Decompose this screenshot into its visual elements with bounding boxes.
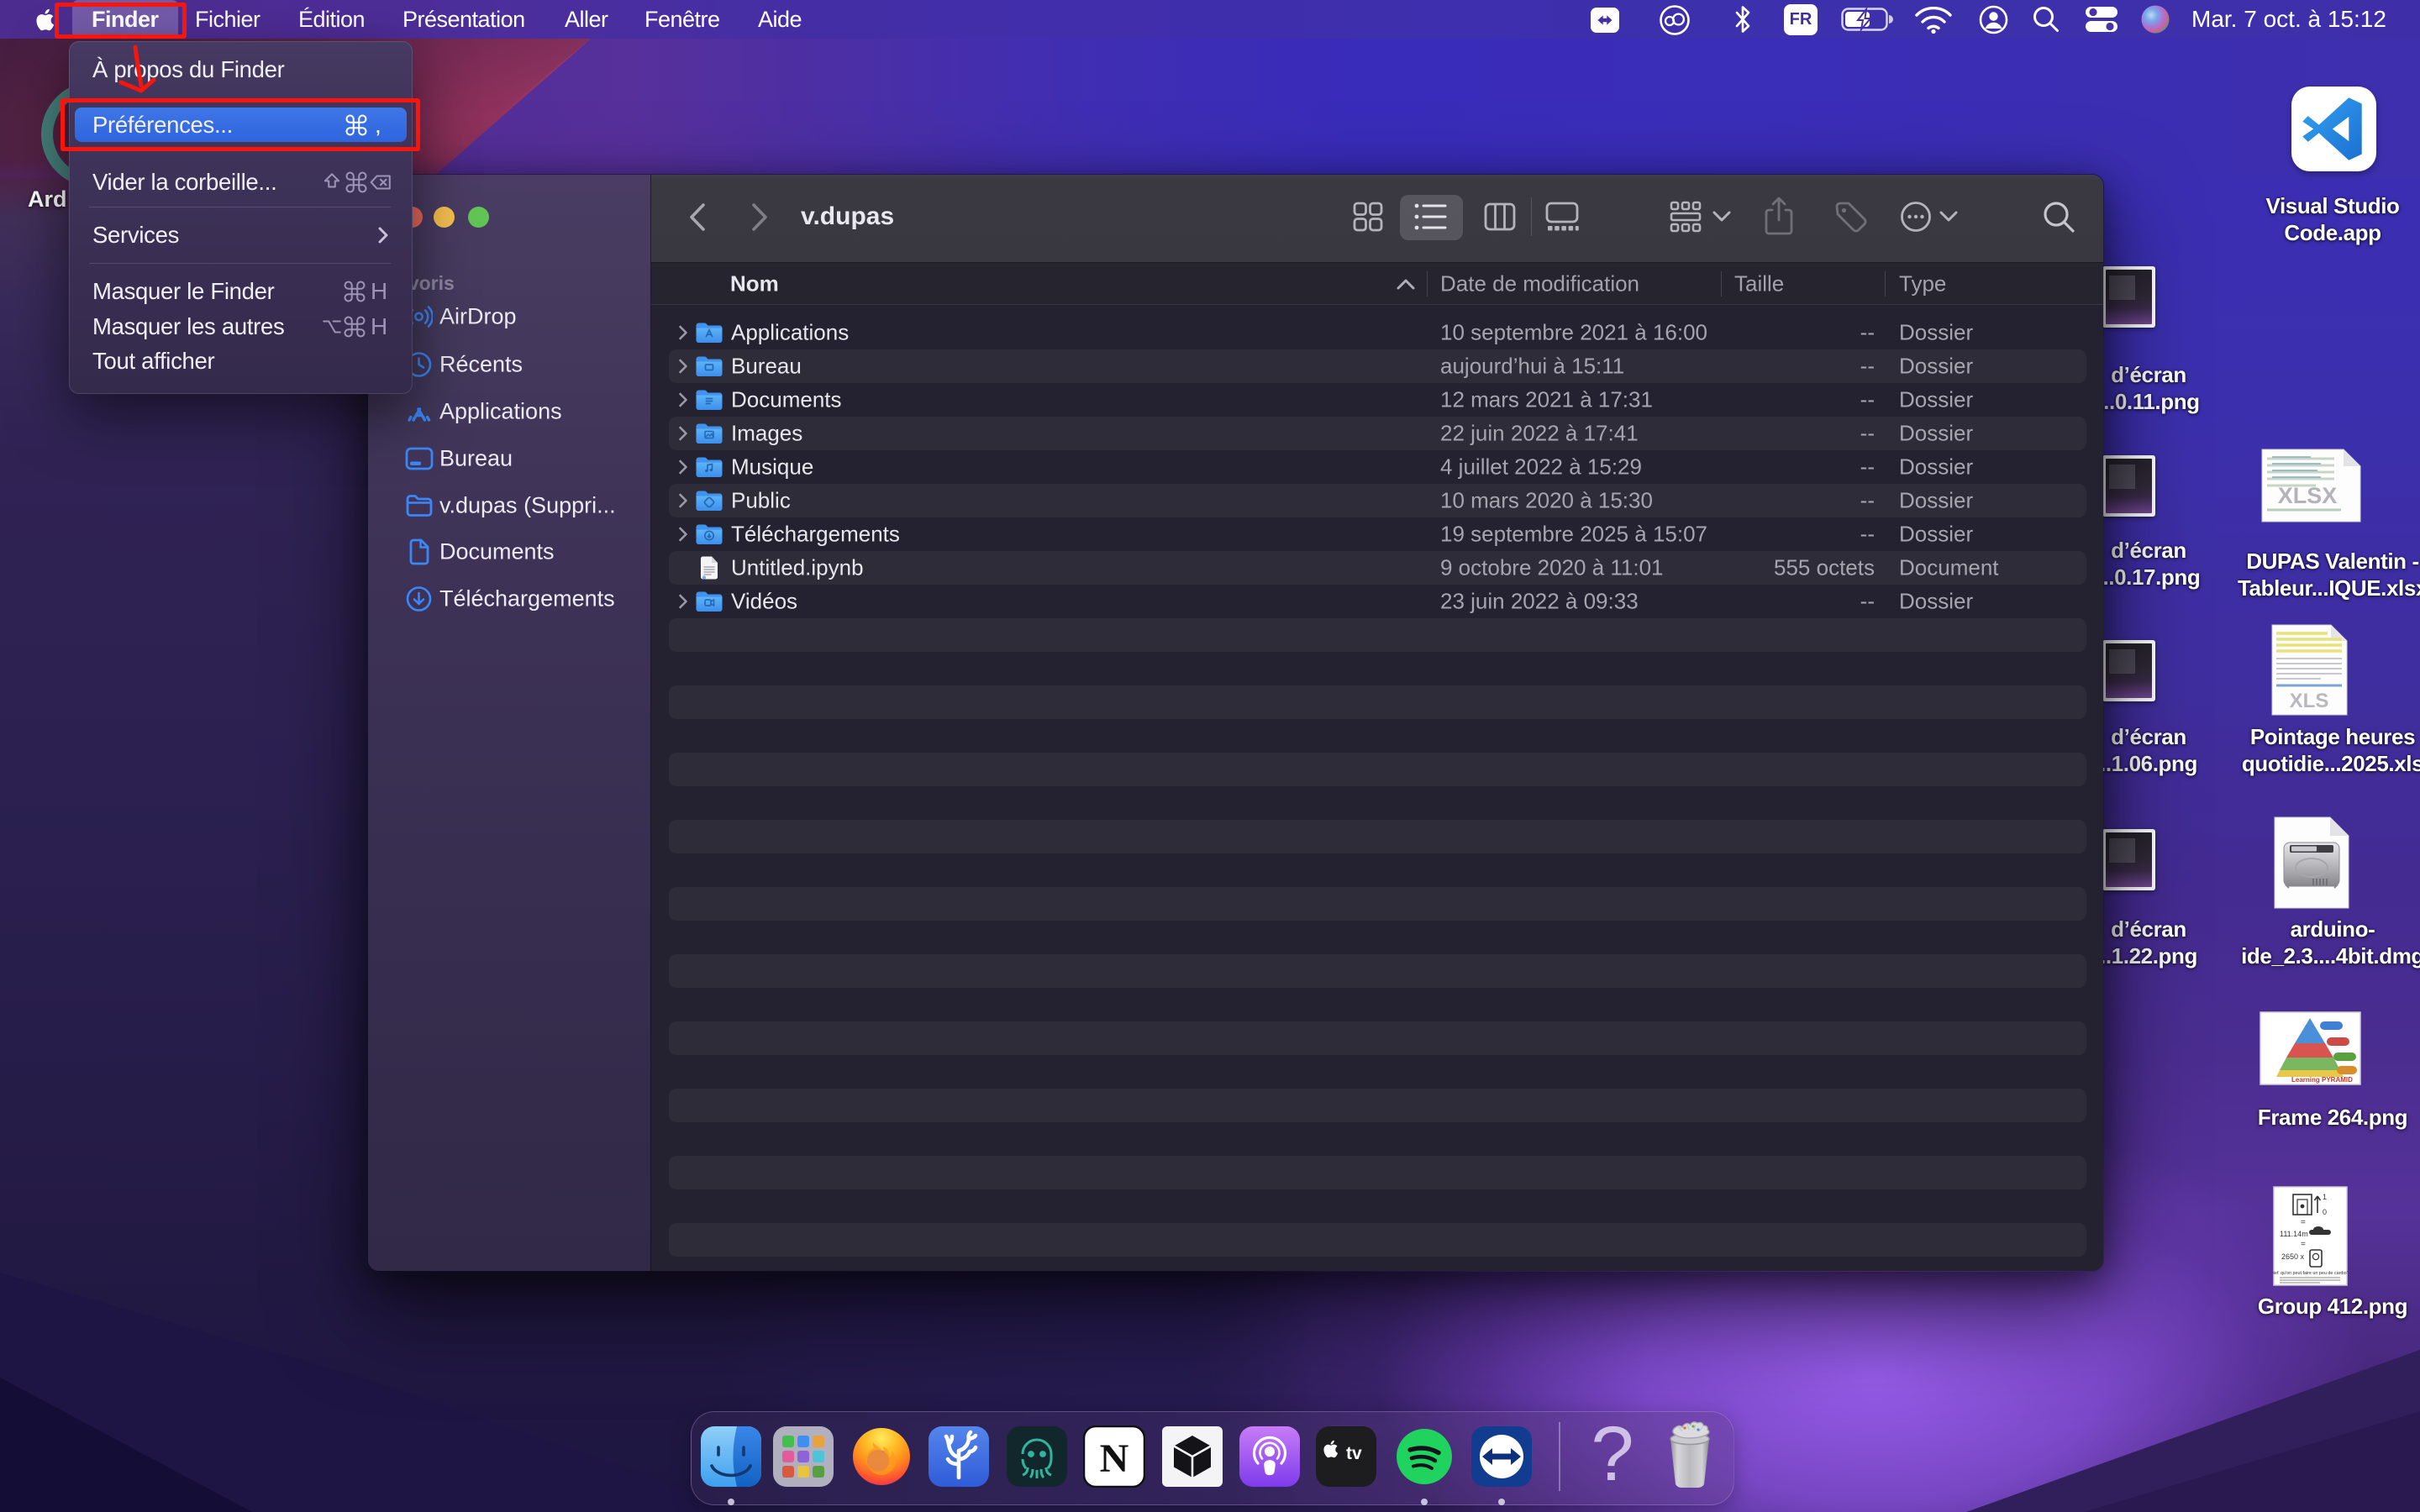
svg-text:ptet' qu'on peut faire un peu: ptet' qu'on peut faire un peu de cardio? <box>2273 1271 2348 1276</box>
svg-text:XLSX: XLSX <box>2278 483 2338 508</box>
svg-text:111.14m: 111.14m <box>2280 1230 2308 1238</box>
svg-text:tv: tv <box>1346 1444 1362 1463</box>
svg-text:0: 0 <box>2323 1208 2327 1216</box>
svg-text:=: = <box>2301 1218 2306 1227</box>
svg-text:1: 1 <box>2323 1193 2327 1201</box>
svg-text:XLS: XLS <box>2290 690 2329 712</box>
svg-text:=: = <box>2301 1240 2306 1249</box>
svg-text:2650 x: 2650 x <box>2281 1252 2305 1261</box>
svg-text:N: N <box>1100 1436 1129 1481</box>
svg-text:Learning PYRAMID: Learning PYRAMID <box>2291 1076 2353 1084</box>
